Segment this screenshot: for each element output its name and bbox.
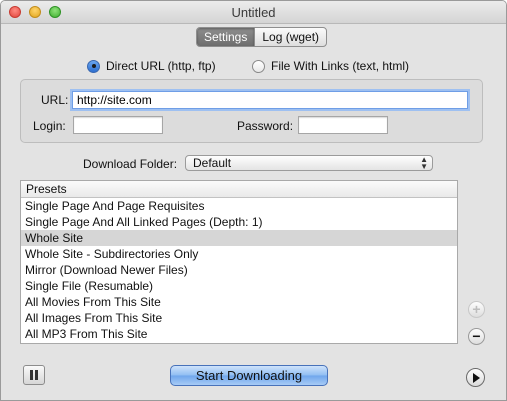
add-preset-button[interactable]: + bbox=[468, 301, 485, 318]
presets-header[interactable]: Presets bbox=[21, 181, 457, 198]
radio-file-with-links[interactable]: File With Links (text, html) bbox=[252, 59, 409, 73]
start-downloading-button[interactable]: Start Downloading bbox=[170, 365, 328, 386]
list-item[interactable]: Single File (Resumable) bbox=[21, 278, 457, 294]
radio-direct-url-label: Direct URL (http, ftp) bbox=[106, 59, 216, 73]
radio-button-selected[interactable] bbox=[87, 59, 100, 73]
list-item[interactable]: Mirror (Download Newer Files) bbox=[21, 262, 457, 278]
pause-button[interactable] bbox=[23, 365, 45, 385]
tab-log[interactable]: Log (wget) bbox=[254, 28, 326, 46]
download-folder-value: Default bbox=[193, 156, 232, 170]
password-label: Password: bbox=[237, 119, 294, 133]
download-folder-select[interactable]: Default ▲ ▼ bbox=[185, 155, 433, 171]
remove-preset-button[interactable]: − bbox=[468, 328, 485, 345]
download-folder-label: Download Folder: bbox=[83, 157, 178, 171]
list-item[interactable]: All MP3 From This Site bbox=[21, 326, 457, 342]
list-item[interactable]: All Movies From This Site bbox=[21, 294, 457, 310]
radio-file-with-links-label: File With Links (text, html) bbox=[271, 59, 410, 73]
play-icon bbox=[473, 373, 480, 383]
radio-button-unselected[interactable] bbox=[252, 59, 265, 73]
radio-direct-url[interactable]: Direct URL (http, ftp) bbox=[87, 59, 216, 73]
window-title: Untitled bbox=[231, 5, 276, 20]
play-button[interactable] bbox=[466, 368, 485, 387]
pause-icon-bar bbox=[35, 370, 38, 380]
url-input[interactable] bbox=[72, 91, 468, 109]
connection-group: URL: Login: Password: bbox=[20, 79, 483, 143]
url-label: URL: bbox=[41, 93, 69, 107]
app-window: Untitled Settings Log (wget) Direct URL … bbox=[0, 0, 507, 401]
title-bar: Untitled bbox=[1, 1, 506, 24]
list-item[interactable]: Whole Site - Subdirectories Only bbox=[21, 246, 457, 262]
list-item-selected[interactable]: Whole Site bbox=[21, 230, 457, 246]
pause-icon bbox=[30, 370, 33, 380]
presets-list[interactable]: Presets Single Page And Page Requisites … bbox=[20, 180, 458, 344]
updown-arrows-icon: ▲ ▼ bbox=[420, 155, 428, 171]
list-item[interactable]: Single Page And Page Requisites bbox=[21, 198, 457, 214]
password-input[interactable] bbox=[298, 116, 388, 134]
login-input[interactable] bbox=[73, 116, 163, 134]
login-label: Login: bbox=[33, 119, 66, 133]
tab-bar: Settings Log (wget) bbox=[196, 27, 328, 47]
list-item[interactable]: All Images From This Site bbox=[21, 310, 457, 326]
tab-settings[interactable]: Settings bbox=[197, 28, 255, 46]
list-item[interactable]: Single Page And All Linked Pages (Depth:… bbox=[21, 214, 457, 230]
